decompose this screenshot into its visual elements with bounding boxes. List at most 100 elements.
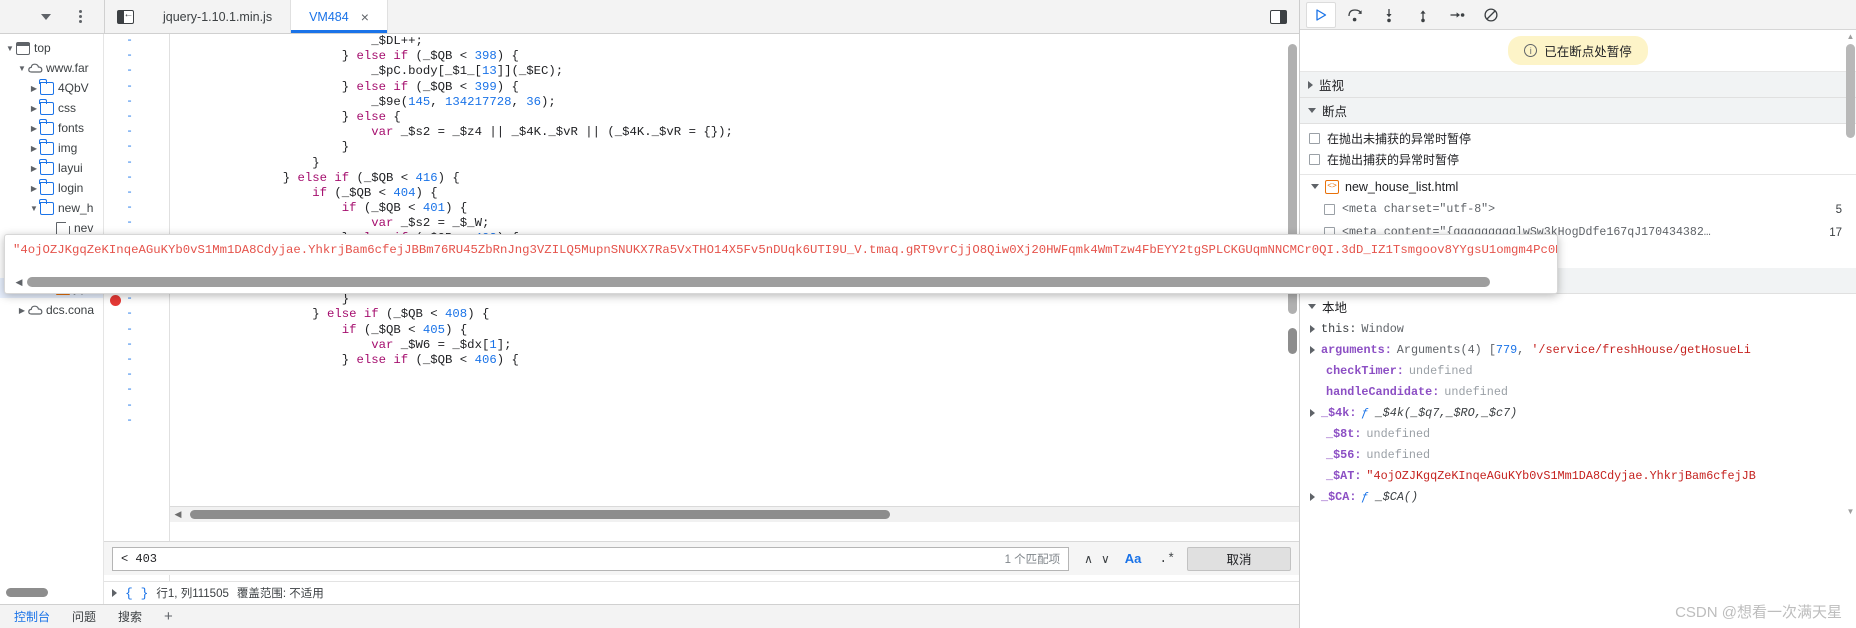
chevron-right-icon[interactable]	[1310, 345, 1316, 354]
tab-jquery[interactable]: jquery-1.10.1.min.js	[145, 0, 292, 33]
twisty-icon[interactable]: ▶	[28, 184, 40, 193]
tree-item-css[interactable]: ▶ css	[0, 98, 103, 118]
debugger-vertical-scrollbar[interactable]: ▲ ▼	[1845, 30, 1856, 588]
tree-item-4qbv[interactable]: ▶ 4QbV	[0, 78, 103, 98]
twisty-icon[interactable]: ▶	[28, 144, 40, 153]
tree-item-top[interactable]: ▼ top	[0, 38, 103, 58]
tree-item-login[interactable]: ▶ login	[0, 178, 103, 198]
value-tooltip-scrollbar[interactable]: ◀	[11, 275, 1551, 289]
code-line[interactable]: }	[170, 292, 1299, 307]
cancel-button[interactable]: 取消	[1187, 546, 1291, 571]
twisty-icon[interactable]: ▶	[28, 124, 40, 133]
gutter-line[interactable]: -	[104, 323, 169, 338]
editor-horizontal-scrollbar[interactable]: ◀	[170, 506, 1299, 522]
code-line[interactable]: } else if (_$QB < 406) {	[170, 353, 1299, 368]
code-line[interactable]: var _$s2 = _$z4 || _$4K._$vR || (_$4K._$…	[170, 125, 1299, 140]
scroll-up-icon[interactable]: ▲	[1845, 32, 1856, 41]
code-line[interactable]: } else if (_$QB < 416) {	[170, 171, 1299, 186]
value-tooltip[interactable]: "4ojOZJKgqZeKInqeAGuKYb0vS1Mm1DA8Cdyjae.…	[4, 234, 1558, 294]
gutter-line[interactable]: -	[104, 95, 169, 110]
breakpoint-dot-icon[interactable]	[110, 295, 121, 307]
gutter-line[interactable]: -	[104, 80, 169, 95]
code-line[interactable]: var _$W6 = _$dx[1];	[170, 338, 1299, 353]
code-line[interactable]: var _$s2 = _$_W;	[170, 216, 1299, 231]
twisty-icon[interactable]: ▶	[28, 104, 40, 113]
editor-code[interactable]: _$DL++; } else if (_$QB < 398) { _$pC.bo…	[170, 34, 1299, 628]
add-tab-icon[interactable]: +	[164, 608, 173, 625]
show-debugger-icon[interactable]	[1257, 0, 1299, 33]
scope-variable-row[interactable]: arguments: Arguments(4) [779, '/service/f…	[1300, 339, 1856, 360]
checkbox[interactable]	[1309, 133, 1320, 144]
twisty-icon[interactable]: ▼	[28, 204, 40, 213]
tree-item-img[interactable]: ▶ img	[0, 138, 103, 158]
gutter-line[interactable]: -	[104, 34, 169, 49]
tab-vm484[interactable]: VM484 ×	[291, 0, 388, 33]
gutter-line[interactable]: -	[104, 414, 169, 429]
code-line[interactable]: } else {	[170, 110, 1299, 125]
drawer-tab-issues[interactable]: 问题	[72, 608, 96, 625]
code-line[interactable]: if (_$QB < 404) {	[170, 186, 1299, 201]
navigator-tree[interactable]: ▼ top ▼ www.far ▶ 4QbV ▶ css ▶ fonts ▶ i…	[0, 34, 104, 628]
breakpoint-file-row[interactable]: <> new_house_list.html	[1300, 175, 1856, 198]
gutter-line[interactable]: -	[104, 186, 169, 201]
code-line[interactable]: _$pC.body[_$1_[13]](_$EC);	[170, 64, 1299, 79]
code-line[interactable]: } else if (_$QB < 399) {	[170, 80, 1299, 95]
chevron-right-icon[interactable]	[1310, 492, 1316, 501]
code-line[interactable]: _$DL++;	[170, 34, 1299, 49]
pause-caught-exceptions-row[interactable]: 在抛出捕获的异常时暂停	[1300, 149, 1856, 170]
kebab-menu-icon[interactable]	[70, 7, 90, 27]
gutter-line[interactable]: -	[104, 307, 169, 322]
scope-variable-row[interactable]: _$8t: undefined	[1300, 423, 1856, 444]
editor-gutter[interactable]: --------------------------	[104, 34, 170, 628]
gutter-line[interactable]: -	[104, 368, 169, 383]
chevron-right-icon[interactable]	[1308, 80, 1313, 89]
chevron-down-icon[interactable]	[36, 7, 56, 27]
scope-variable-row[interactable]: _$56: undefined	[1300, 444, 1856, 465]
scope-variable-row[interactable]: _$AT: "4ojOZJKgqZeKInqeAGuKYb0vS1Mm1DA8Cd…	[1300, 465, 1856, 486]
tree-item-dcs[interactable]: ▶ dcs.cona	[0, 300, 103, 320]
chevron-down-icon[interactable]	[1308, 108, 1316, 113]
triangle-right-icon[interactable]	[112, 589, 117, 597]
gutter-line[interactable]: -	[104, 201, 169, 216]
gutter-line[interactable]: -	[104, 156, 169, 171]
chevron-down-icon[interactable]	[1311, 184, 1319, 189]
gutter-line[interactable]: -	[104, 338, 169, 353]
gutter-line[interactable]: -	[104, 353, 169, 368]
gutter-line[interactable]: -	[104, 292, 169, 307]
breakpoint-entry[interactable]: <meta charset="utf-8"> 5	[1300, 198, 1856, 221]
pause-uncaught-exceptions-row[interactable]: 在抛出未捕获的异常时暂停	[1300, 128, 1856, 149]
match-case-button[interactable]: Aa	[1119, 551, 1148, 566]
drawer-tab-console[interactable]: 控制台	[14, 608, 50, 625]
twisty-icon[interactable]: ▶	[28, 84, 40, 93]
step-out-button[interactable]	[1408, 2, 1438, 28]
scope-local-header[interactable]: 本地	[1300, 294, 1856, 318]
code-line[interactable]: } else if (_$QB < 408) {	[170, 307, 1299, 322]
scope-variable-row[interactable]: _$CA: ƒ _$CA()	[1300, 486, 1856, 507]
step-into-button[interactable]	[1374, 2, 1404, 28]
find-next-icon[interactable]: ∨	[1098, 552, 1113, 566]
chevron-right-icon[interactable]	[1310, 408, 1316, 417]
editor-vertical-scrollbar[interactable]	[1286, 34, 1299, 612]
twisty-icon[interactable]: ▶	[28, 164, 40, 173]
checkbox[interactable]	[1309, 154, 1320, 165]
checkbox[interactable]	[1324, 204, 1335, 215]
step-over-button[interactable]	[1340, 2, 1370, 28]
code-line[interactable]: } else if (_$QB < 398) {	[170, 49, 1299, 64]
code-line[interactable]: _$9e(145, 134217728, 36);	[170, 95, 1299, 110]
scope-variable-row[interactable]: _$4k: ƒ _$4k(_$q7,_$RO,_$c7)	[1300, 402, 1856, 423]
scroll-down-icon[interactable]: ▼	[1845, 507, 1856, 516]
find-prev-icon[interactable]: ∧	[1081, 552, 1096, 566]
scroll-left-icon[interactable]: ◀	[170, 509, 186, 520]
section-breakpoints[interactable]: 断点	[1300, 98, 1856, 124]
gutter-line[interactable]: -	[104, 399, 169, 414]
tree-item-new-h[interactable]: ▼ new_h	[0, 198, 103, 218]
gutter-line[interactable]: -	[104, 216, 169, 231]
tree-item-layui[interactable]: ▶ layui	[0, 158, 103, 178]
section-watch[interactable]: 监视	[1300, 72, 1856, 98]
show-navigator-icon[interactable]	[105, 0, 145, 33]
gutter-line[interactable]: -	[104, 171, 169, 186]
twisty-icon[interactable]: ▼	[4, 44, 16, 53]
twisty-icon[interactable]: ▶	[16, 306, 28, 315]
code-line[interactable]: if (_$QB < 401) {	[170, 201, 1299, 216]
scope-variable-row[interactable]: checkTimer: undefined	[1300, 360, 1856, 381]
